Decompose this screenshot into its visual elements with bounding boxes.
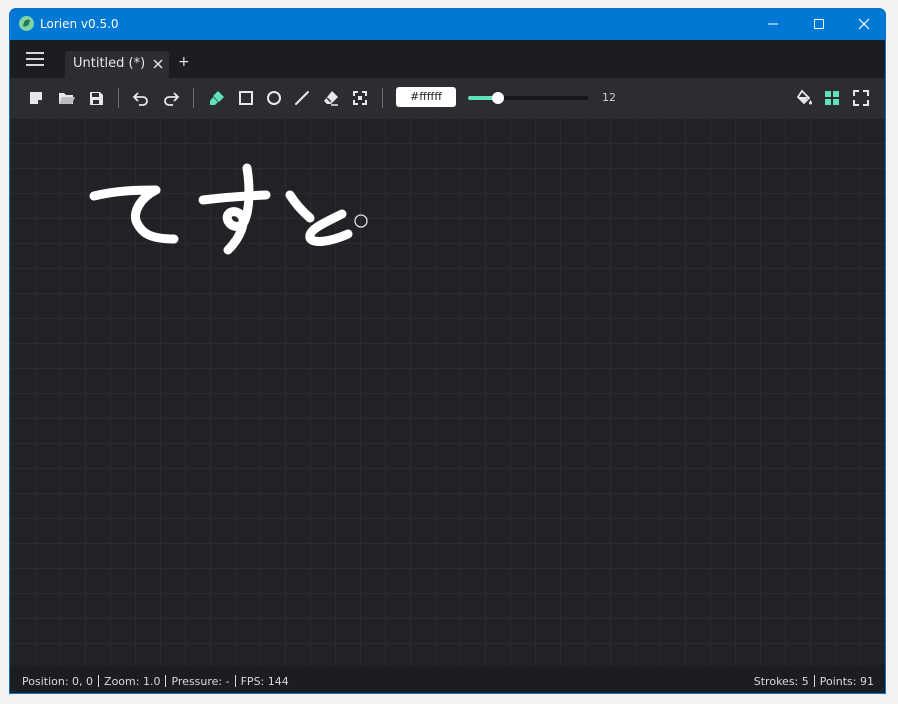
toolbar-separator xyxy=(118,88,119,108)
grid-icon[interactable] xyxy=(823,89,841,107)
minimize-button[interactable] xyxy=(750,9,796,40)
undo-icon[interactable] xyxy=(132,89,150,107)
lorien-logo-icon xyxy=(19,16,34,31)
stroke-te xyxy=(89,185,179,244)
circle-icon[interactable] xyxy=(265,89,283,107)
open-file-icon[interactable] xyxy=(57,89,75,107)
tab-label: Untitled (*) xyxy=(73,56,146,71)
window-title: Lorien v0.5.0 xyxy=(40,17,119,31)
position-readout: Position: 0, 0 xyxy=(22,675,94,688)
stroke-su-vertical xyxy=(222,163,254,255)
pressure-readout: Pressure: - xyxy=(171,675,230,688)
drawing-strokes xyxy=(89,163,368,255)
status-divider xyxy=(165,675,167,687)
redo-icon[interactable] xyxy=(162,89,180,107)
line-icon[interactable] xyxy=(293,89,311,107)
drawing-canvas[interactable] xyxy=(10,118,885,665)
toolbar-separator xyxy=(193,88,194,108)
tab-untitled[interactable]: Untitled (*) xyxy=(65,51,169,78)
brush-size-slider[interactable] xyxy=(468,91,588,105)
add-tab-button[interactable]: + xyxy=(178,55,190,69)
toolbar: #ffffff 12 xyxy=(10,78,885,118)
fullscreen-icon[interactable] xyxy=(852,89,870,107)
stroke-to-2 xyxy=(305,209,353,246)
hamburger-menu-button[interactable] xyxy=(26,50,44,68)
brush-size-value: 12 xyxy=(602,91,616,104)
menu-line xyxy=(26,58,44,60)
brush-color-field[interactable]: #ffffff xyxy=(396,87,456,107)
slider-thumb[interactable] xyxy=(492,92,504,104)
close-icon xyxy=(858,18,870,30)
status-left: Position: 0, 0 Zoom: 1.0 Pressure: - FPS: 1… xyxy=(22,675,289,688)
rectangle-icon[interactable] xyxy=(237,89,255,107)
status-divider xyxy=(98,675,100,687)
selection-icon[interactable] xyxy=(351,89,369,107)
brush-cursor-icon xyxy=(354,214,368,228)
save-icon[interactable] xyxy=(87,89,105,107)
minimize-icon xyxy=(768,23,778,25)
stroke-su-horizontal xyxy=(198,190,271,205)
toolbar-separator xyxy=(382,88,383,108)
menu-line xyxy=(26,52,44,54)
brush-icon[interactable] xyxy=(208,89,226,107)
fill-bucket-icon[interactable] xyxy=(795,89,813,107)
status-divider xyxy=(813,675,815,687)
status-right: Strokes: 5 Points: 91 xyxy=(754,675,874,688)
maximize-button[interactable] xyxy=(796,9,842,40)
maximize-icon xyxy=(814,19,824,29)
app-window: Lorien v0.5.0 Untitled (*) + #ffffff 12 … xyxy=(9,8,886,694)
eraser-icon[interactable] xyxy=(322,89,340,107)
status-bar: Position: 0, 0 Zoom: 1.0 Pressure: - FPS: 1… xyxy=(10,665,885,693)
close-window-button[interactable] xyxy=(841,9,885,40)
menu-line xyxy=(26,64,44,66)
points-count: Points: 91 xyxy=(819,675,874,688)
tab-bar: Untitled (*) + xyxy=(10,40,885,78)
tab-close-icon[interactable] xyxy=(153,59,163,69)
status-divider xyxy=(234,675,236,687)
zoom-readout: Zoom: 1.0 xyxy=(104,675,161,688)
new-file-icon[interactable] xyxy=(27,89,45,107)
fps-readout: FPS: 144 xyxy=(240,675,289,688)
title-bar[interactable]: Lorien v0.5.0 xyxy=(10,9,885,40)
strokes-count: Strokes: 5 xyxy=(753,675,809,688)
stroke-to-1 xyxy=(285,190,315,223)
